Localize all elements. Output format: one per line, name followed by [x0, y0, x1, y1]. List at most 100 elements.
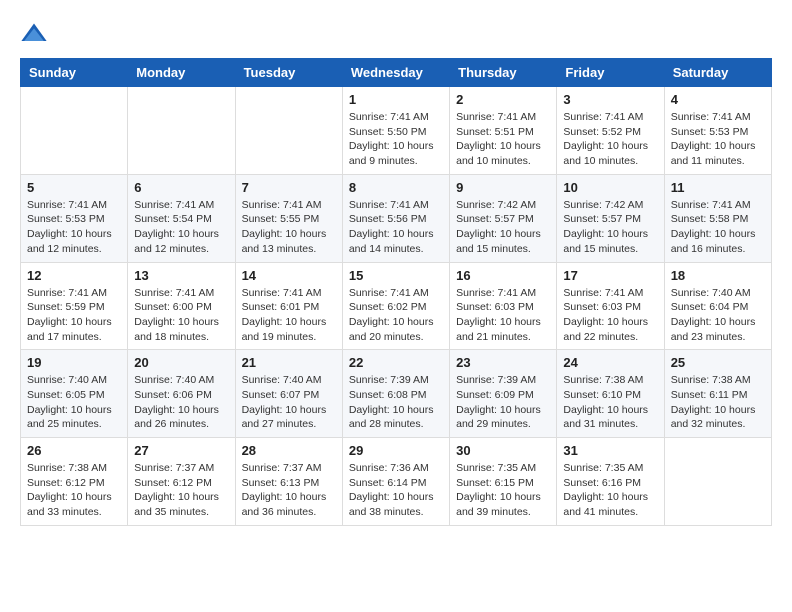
day-number: 24 [563, 355, 657, 370]
calendar-cell: 28 Sunrise: 7:37 AM Sunset: 6:13 PM Dayli… [235, 438, 342, 526]
page-header [20, 20, 772, 48]
day-info: Sunrise: 7:41 AM Sunset: 5:59 PM Dayligh… [27, 286, 121, 345]
weekday-header-monday: Monday [128, 59, 235, 87]
day-number: 22 [349, 355, 443, 370]
day-info: Sunrise: 7:40 AM Sunset: 6:07 PM Dayligh… [242, 373, 336, 432]
day-number: 13 [134, 268, 228, 283]
day-number: 11 [671, 180, 765, 195]
day-info: Sunrise: 7:36 AM Sunset: 6:14 PM Dayligh… [349, 461, 443, 520]
day-number: 7 [242, 180, 336, 195]
calendar-cell: 23Sunrise: 7:39 AM Sunset: 6:09 PM Dayli… [450, 350, 557, 438]
calendar-cell: 27 Sunrise: 7:37 AM Sunset: 6:12 PM Dayli… [128, 438, 235, 526]
calendar-cell: 25 Sunrise: 7:38 AM Sunset: 6:11 PM Dayli… [664, 350, 771, 438]
day-number: 21 [242, 355, 336, 370]
day-info: Sunrise: 7:40 AM Sunset: 6:05 PM Dayligh… [27, 373, 121, 432]
day-number: 10 [563, 180, 657, 195]
day-info: Sunrise: 7:42 AM Sunset: 5:57 PM Dayligh… [456, 198, 550, 257]
calendar-cell: 1 Sunrise: 7:41 AM Sunset: 5:50 PM Daylig… [342, 87, 449, 175]
day-info: Sunrise: 7:41 AM Sunset: 6:03 PM Dayligh… [456, 286, 550, 345]
day-info: Sunrise: 7:37 AM Sunset: 6:13 PM Dayligh… [242, 461, 336, 520]
day-info: Sunrise: 7:38 AM Sunset: 6:11 PM Dayligh… [671, 373, 765, 432]
calendar-cell: 11 Sunrise: 7:41 AM Sunset: 5:58 PM Dayli… [664, 174, 771, 262]
calendar-cell: 22 Sunrise: 7:39 AM Sunset: 6:08 PM Dayli… [342, 350, 449, 438]
day-number: 5 [27, 180, 121, 195]
day-number: 2 [456, 92, 550, 107]
day-info: Sunrise: 7:41 AM Sunset: 5:50 PM Dayligh… [349, 110, 443, 169]
day-info: Sunrise: 7:41 AM Sunset: 5:53 PM Dayligh… [671, 110, 765, 169]
day-number: 25 [671, 355, 765, 370]
week-row-2: 5Sunrise: 7:41 AM Sunset: 5:53 PM Daylig… [21, 174, 772, 262]
weekday-header-saturday: Saturday [664, 59, 771, 87]
day-info: Sunrise: 7:40 AM Sunset: 6:04 PM Dayligh… [671, 286, 765, 345]
day-number: 16 [456, 268, 550, 283]
logo [20, 20, 52, 48]
calendar-cell: 26Sunrise: 7:38 AM Sunset: 6:12 PM Dayli… [21, 438, 128, 526]
calendar-cell: 30 Sunrise: 7:35 AM Sunset: 6:15 PM Dayli… [450, 438, 557, 526]
calendar-cell: 4 Sunrise: 7:41 AM Sunset: 5:53 PM Daylig… [664, 87, 771, 175]
calendar-cell: 5Sunrise: 7:41 AM Sunset: 5:53 PM Daylig… [21, 174, 128, 262]
day-number: 29 [349, 443, 443, 458]
day-number: 1 [349, 92, 443, 107]
calendar-cell: 10 Sunrise: 7:42 AM Sunset: 5:57 PM Dayli… [557, 174, 664, 262]
week-row-4: 19Sunrise: 7:40 AM Sunset: 6:05 PM Dayli… [21, 350, 772, 438]
day-info: Sunrise: 7:41 AM Sunset: 5:51 PM Dayligh… [456, 110, 550, 169]
day-number: 18 [671, 268, 765, 283]
calendar-cell: 13 Sunrise: 7:41 AM Sunset: 6:00 PM Dayli… [128, 262, 235, 350]
calendar-cell [128, 87, 235, 175]
calendar-cell: 2 Sunrise: 7:41 AM Sunset: 5:51 PM Daylig… [450, 87, 557, 175]
day-info: Sunrise: 7:41 AM Sunset: 6:00 PM Dayligh… [134, 286, 228, 345]
day-info: Sunrise: 7:35 AM Sunset: 6:15 PM Dayligh… [456, 461, 550, 520]
day-info: Sunrise: 7:41 AM Sunset: 6:02 PM Dayligh… [349, 286, 443, 345]
day-number: 3 [563, 92, 657, 107]
day-number: 28 [242, 443, 336, 458]
calendar-cell [21, 87, 128, 175]
day-info: Sunrise: 7:38 AM Sunset: 6:10 PM Dayligh… [563, 373, 657, 432]
day-info: Sunrise: 7:41 AM Sunset: 5:58 PM Dayligh… [671, 198, 765, 257]
day-number: 30 [456, 443, 550, 458]
day-info: Sunrise: 7:39 AM Sunset: 6:08 PM Dayligh… [349, 373, 443, 432]
weekday-header-thursday: Thursday [450, 59, 557, 87]
day-info: Sunrise: 7:41 AM Sunset: 6:01 PM Dayligh… [242, 286, 336, 345]
calendar-cell: 24 Sunrise: 7:38 AM Sunset: 6:10 PM Dayli… [557, 350, 664, 438]
calendar-cell: 6 Sunrise: 7:41 AM Sunset: 5:54 PM Daylig… [128, 174, 235, 262]
day-info: Sunrise: 7:41 AM Sunset: 5:52 PM Dayligh… [563, 110, 657, 169]
day-number: 20 [134, 355, 228, 370]
day-info: Sunrise: 7:41 AM Sunset: 6:03 PM Dayligh… [563, 286, 657, 345]
calendar-cell: 14Sunrise: 7:41 AM Sunset: 6:01 PM Dayli… [235, 262, 342, 350]
day-info: Sunrise: 7:37 AM Sunset: 6:12 PM Dayligh… [134, 461, 228, 520]
weekday-header-sunday: Sunday [21, 59, 128, 87]
calendar-cell: 15 Sunrise: 7:41 AM Sunset: 6:02 PM Dayli… [342, 262, 449, 350]
day-info: Sunrise: 7:41 AM Sunset: 5:54 PM Dayligh… [134, 198, 228, 257]
day-number: 4 [671, 92, 765, 107]
day-number: 6 [134, 180, 228, 195]
calendar-cell: 19Sunrise: 7:40 AM Sunset: 6:05 PM Dayli… [21, 350, 128, 438]
day-number: 8 [349, 180, 443, 195]
calendar-cell [664, 438, 771, 526]
calendar-cell: 21 Sunrise: 7:40 AM Sunset: 6:07 PM Dayli… [235, 350, 342, 438]
day-info: Sunrise: 7:39 AM Sunset: 6:09 PM Dayligh… [456, 373, 550, 432]
day-number: 26 [27, 443, 121, 458]
calendar-cell: 3 Sunrise: 7:41 AM Sunset: 5:52 PM Daylig… [557, 87, 664, 175]
calendar-cell: 17Sunrise: 7:41 AM Sunset: 6:03 PM Dayli… [557, 262, 664, 350]
day-info: Sunrise: 7:35 AM Sunset: 6:16 PM Dayligh… [563, 461, 657, 520]
week-row-5: 26Sunrise: 7:38 AM Sunset: 6:12 PM Dayli… [21, 438, 772, 526]
weekday-header-friday: Friday [557, 59, 664, 87]
day-number: 15 [349, 268, 443, 283]
day-info: Sunrise: 7:41 AM Sunset: 5:55 PM Dayligh… [242, 198, 336, 257]
calendar-cell: 9 Sunrise: 7:42 AM Sunset: 5:57 PM Daylig… [450, 174, 557, 262]
day-info: Sunrise: 7:41 AM Sunset: 5:56 PM Dayligh… [349, 198, 443, 257]
day-info: Sunrise: 7:42 AM Sunset: 5:57 PM Dayligh… [563, 198, 657, 257]
day-info: Sunrise: 7:40 AM Sunset: 6:06 PM Dayligh… [134, 373, 228, 432]
week-row-3: 12 Sunrise: 7:41 AM Sunset: 5:59 PM Dayli… [21, 262, 772, 350]
calendar-cell: 7 Sunrise: 7:41 AM Sunset: 5:55 PM Daylig… [235, 174, 342, 262]
day-number: 12 [27, 268, 121, 283]
calendar-cell: 29 Sunrise: 7:36 AM Sunset: 6:14 PM Dayli… [342, 438, 449, 526]
calendar-cell [235, 87, 342, 175]
day-number: 31 [563, 443, 657, 458]
logo-icon [20, 20, 48, 48]
calendar-table: SundayMondayTuesdayWednesdayThursdayFrid… [20, 58, 772, 526]
day-number: 9 [456, 180, 550, 195]
day-number: 27 [134, 443, 228, 458]
calendar-cell: 31 Sunrise: 7:35 AM Sunset: 6:16 PM Dayli… [557, 438, 664, 526]
calendar-cell: 18 Sunrise: 7:40 AM Sunset: 6:04 PM Dayli… [664, 262, 771, 350]
